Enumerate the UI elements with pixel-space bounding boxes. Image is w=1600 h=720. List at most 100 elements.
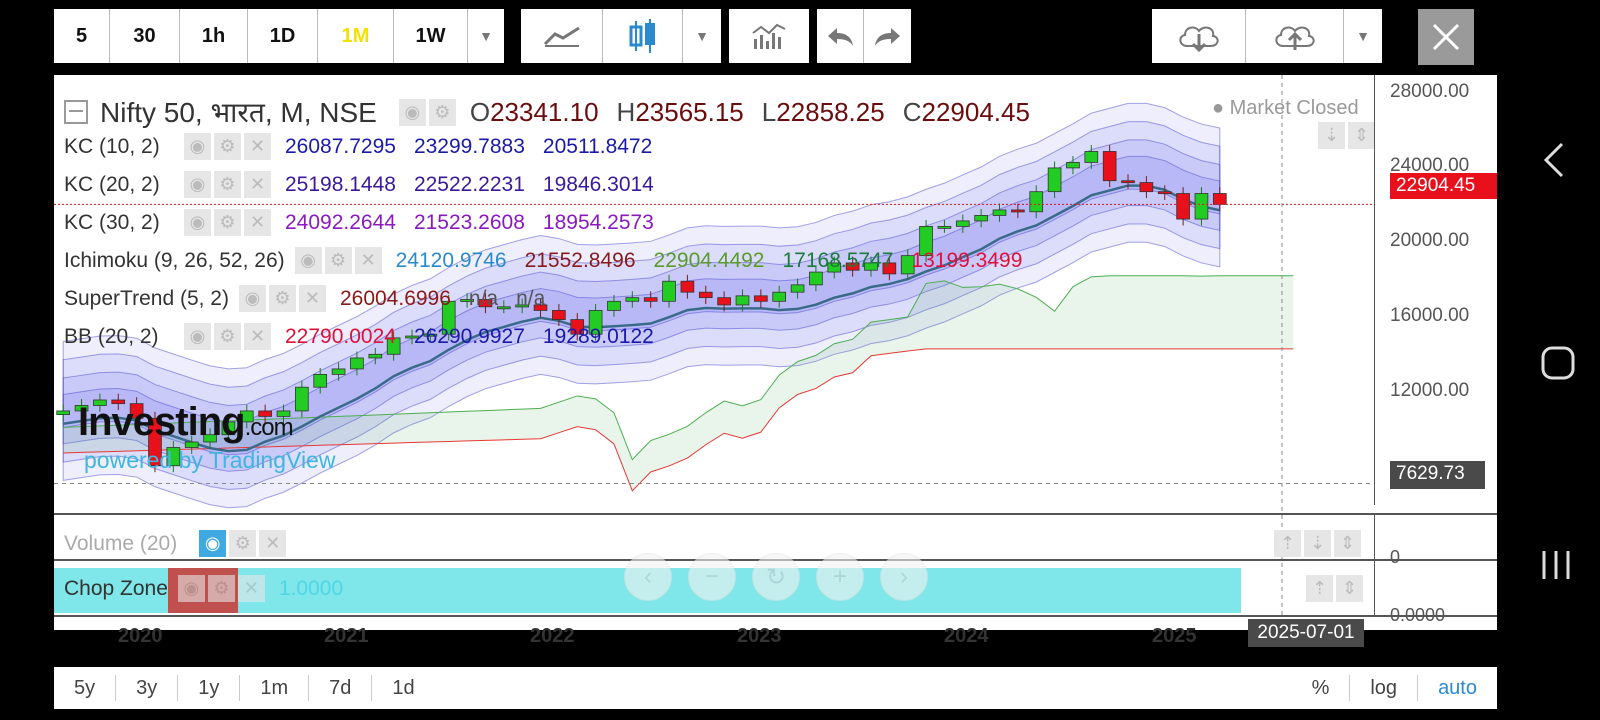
scroll-right-icon[interactable]: › bbox=[880, 553, 928, 601]
last-price-tag: 22904.45 bbox=[1390, 173, 1497, 199]
close-icon[interactable]: ✕ bbox=[237, 575, 265, 602]
candle bbox=[1029, 191, 1044, 213]
close-icon[interactable]: ✕ bbox=[244, 209, 271, 236]
close-icon[interactable]: ✕ bbox=[244, 323, 271, 350]
interval-1d-button[interactable]: 1D bbox=[248, 9, 318, 63]
ohlc-low-label: L bbox=[761, 96, 777, 127]
interval-1m-button[interactable]: 1M bbox=[318, 9, 394, 63]
gear-icon[interactable]: ⚙ bbox=[229, 530, 257, 557]
candlestick-chart-icon[interactable] bbox=[603, 9, 683, 63]
indicator-actions: ◉ ⚙ ✕ bbox=[294, 247, 382, 274]
move-down-icon[interactable]: ⇣ bbox=[1318, 122, 1345, 149]
move-updown-icon[interactable]: ⇕ bbox=[1334, 530, 1361, 557]
cloud-dropdown-button[interactable]: ▼ bbox=[1344, 9, 1382, 63]
indicator-value: 19289.0122 bbox=[542, 324, 654, 348]
eye-icon[interactable]: ◉ bbox=[398, 98, 426, 126]
interval-1w-button[interactable]: 1W bbox=[394, 9, 468, 63]
price-axis[interactable]: 28000.00 24000.00 20000.00 16000.00 1200… bbox=[1374, 75, 1497, 505]
market-status-text: Market Closed bbox=[1229, 97, 1359, 119]
candle bbox=[735, 295, 750, 306]
scale-auto-button[interactable]: auto bbox=[1417, 675, 1497, 701]
range-5y-button[interactable]: 5y bbox=[54, 675, 117, 701]
gear-icon[interactable]: ⚙ bbox=[428, 98, 456, 126]
indicator-legend-row: Ichimoku (9, 26, 52, 26) ◉ ⚙ ✕ 24120.9746 215… bbox=[64, 247, 1040, 274]
cloud-group: ▼ bbox=[1152, 9, 1382, 63]
volume-pane-legend: Volume (20) ◉ ⚙ ✕ bbox=[64, 530, 300, 557]
eye-icon[interactable]: ◉ bbox=[238, 285, 266, 312]
ohlc-open: 23341.10 bbox=[490, 96, 599, 127]
move-up-icon[interactable]: ⇡ bbox=[1274, 530, 1301, 557]
range-7d-button[interactable]: 7d bbox=[309, 675, 373, 701]
range-3y-button[interactable]: 3y bbox=[116, 675, 179, 701]
eye-icon[interactable]: ◉ bbox=[184, 133, 211, 160]
candle bbox=[350, 357, 364, 370]
range-1y-button[interactable]: 1y bbox=[178, 675, 241, 701]
move-down-icon[interactable]: ⇣ bbox=[1304, 530, 1331, 557]
indicator-actions: ◉ ⚙ ✕ bbox=[184, 171, 271, 198]
eye-icon[interactable]: ◉ bbox=[184, 323, 211, 350]
chop-pane-controls: ⇡ ⇕ bbox=[1306, 575, 1363, 602]
scale-percent-button[interactable]: % bbox=[1292, 675, 1350, 701]
interval-1h-button[interactable]: 1h bbox=[180, 9, 248, 63]
indicator-legend-row: KC (20, 2) ◉ ⚙ ✕ 25198.1448 22522.2231 19846.3… bbox=[64, 171, 672, 198]
zoom-out-icon[interactable]: − bbox=[688, 553, 736, 601]
time-axis[interactable]: 2020 2021 2022 2023 2024 2025 bbox=[54, 617, 1374, 647]
price-tick: 12000.00 bbox=[1390, 380, 1470, 401]
gear-icon[interactable]: ⚙ bbox=[214, 323, 241, 350]
logo-brand: Investing bbox=[78, 400, 246, 444]
move-up-icon[interactable]: ⇡ bbox=[1306, 575, 1333, 602]
line-chart-icon[interactable] bbox=[521, 9, 603, 63]
move-updown-icon[interactable]: ⇕ bbox=[1336, 575, 1363, 602]
indicator-value: 22904.4492 bbox=[653, 248, 765, 272]
close-icon bbox=[1432, 23, 1460, 51]
ohlc-close: 22904.45 bbox=[921, 96, 1030, 127]
redo-icon[interactable] bbox=[864, 9, 911, 63]
indicator-value: 18954.2573 bbox=[542, 210, 654, 234]
reset-icon[interactable]: ↻ bbox=[752, 553, 800, 601]
chart-type-dropdown-button[interactable]: ▼ bbox=[683, 9, 721, 63]
range-1d-button[interactable]: 1d bbox=[372, 675, 434, 701]
scale-log-button[interactable]: log bbox=[1349, 675, 1417, 701]
gear-icon[interactable]: ⚙ bbox=[214, 209, 241, 236]
chart-area[interactable]: Nifty 50, भारत, M, NSE ◉ ⚙ O 23341.10 H … bbox=[54, 75, 1497, 647]
gear-icon[interactable]: ⚙ bbox=[207, 575, 235, 602]
chop-title: Chop Zone bbox=[64, 576, 168, 600]
interval-5-button[interactable]: 5 bbox=[54, 9, 110, 63]
android-back-icon[interactable] bbox=[1540, 140, 1570, 185]
cloud-upload-icon[interactable] bbox=[1246, 9, 1344, 63]
candle bbox=[937, 225, 952, 229]
gear-icon[interactable]: ⚙ bbox=[214, 171, 241, 198]
collapse-icon[interactable] bbox=[64, 100, 88, 124]
eye-icon[interactable]: ◉ bbox=[294, 247, 322, 274]
zoom-in-icon[interactable]: + bbox=[816, 553, 864, 601]
gear-icon[interactable]: ⚙ bbox=[268, 285, 296, 312]
scroll-left-icon[interactable]: ‹ bbox=[624, 553, 672, 601]
eye-icon[interactable]: ◉ bbox=[184, 209, 211, 236]
close-icon[interactable]: ✕ bbox=[259, 530, 287, 557]
close-icon[interactable]: ✕ bbox=[244, 171, 271, 198]
close-icon[interactable]: ✕ bbox=[354, 247, 382, 274]
interval-30-button[interactable]: 30 bbox=[110, 9, 180, 63]
gear-icon[interactable]: ⚙ bbox=[214, 133, 241, 160]
indicators-icon[interactable] bbox=[729, 9, 809, 63]
close-icon[interactable]: ✕ bbox=[298, 285, 326, 312]
cloud-download-icon[interactable] bbox=[1152, 9, 1246, 63]
range-1m-button[interactable]: 1m bbox=[240, 675, 310, 701]
eye-icon[interactable]: ◉ bbox=[184, 171, 211, 198]
move-updown-icon[interactable]: ⇕ bbox=[1348, 122, 1375, 149]
eye-icon[interactable]: ◉ bbox=[177, 575, 205, 602]
close-button[interactable] bbox=[1418, 9, 1474, 65]
android-recents-icon[interactable] bbox=[1540, 548, 1574, 587]
gear-icon[interactable]: ⚙ bbox=[324, 247, 352, 274]
android-home-icon[interactable] bbox=[1540, 345, 1576, 386]
indicator-legend-row: KC (30, 2) ◉ ⚙ ✕ 24092.2644 21523.2608 18954.2… bbox=[64, 209, 672, 236]
time-tick: 2023 bbox=[737, 625, 782, 647]
candle bbox=[1176, 193, 1190, 220]
close-icon[interactable]: ✕ bbox=[244, 133, 271, 160]
indicator-value: 21552.8496 bbox=[524, 248, 636, 272]
eye-icon[interactable]: ◉ bbox=[199, 530, 227, 557]
indicator-actions: ◉ ⚙ ✕ bbox=[184, 323, 271, 350]
candle bbox=[974, 215, 988, 222]
undo-icon[interactable] bbox=[817, 9, 864, 63]
interval-dropdown-button[interactable]: ▼ bbox=[468, 9, 504, 63]
